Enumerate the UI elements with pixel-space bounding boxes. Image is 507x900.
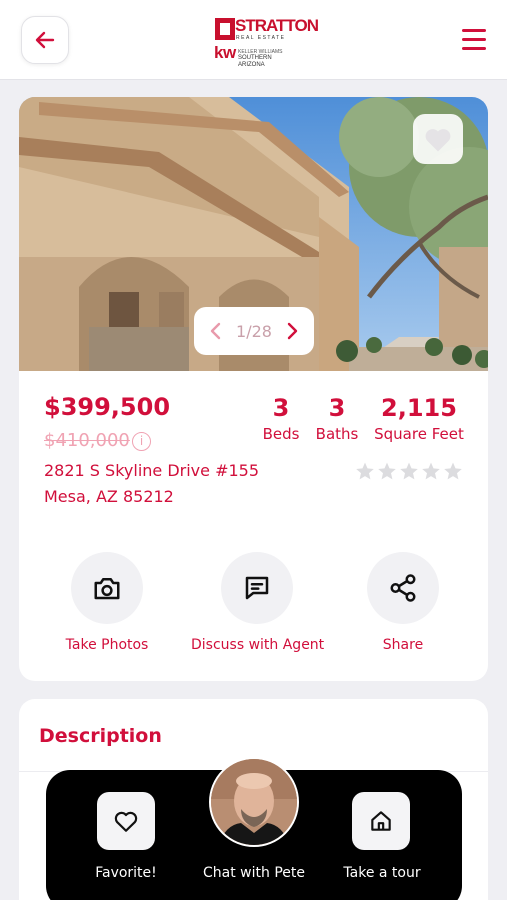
- chevron-left-icon[interactable]: [206, 321, 226, 341]
- brand-logo: STRATTON REAL ESTATE kw KELLER WILLIAMS …: [213, 16, 319, 68]
- heart-icon: [425, 129, 451, 152]
- baths-value: 3: [328, 394, 346, 422]
- chevron-right-icon[interactable]: [282, 321, 302, 341]
- favorite-photo-button[interactable]: [413, 114, 463, 164]
- beds-label: Beds: [262, 425, 300, 443]
- take-photos-label: Take Photos: [65, 637, 149, 653]
- photo-pager: 1/28: [194, 307, 314, 355]
- logo-mark: [215, 18, 235, 40]
- chat-label[interactable]: Chat with Pete: [194, 865, 314, 881]
- take-a-tour-button[interactable]: [352, 792, 410, 850]
- camera-icon: [94, 578, 120, 600]
- agent-avatar[interactable]: [209, 757, 299, 847]
- description-title: Description: [39, 725, 162, 747]
- app-header: STRATTON REAL ESTATE kw KELLER WILLIAMS …: [0, 0, 507, 80]
- take-a-tour-label[interactable]: Take a tour: [336, 865, 428, 881]
- share-icon: [390, 574, 416, 602]
- brand-tagline: REAL ESTATE: [236, 35, 286, 41]
- menu-icon: [462, 29, 486, 32]
- sqft-value: 2,115: [381, 394, 457, 422]
- star-icon[interactable]: [421, 461, 441, 481]
- favorite-button[interactable]: [97, 792, 155, 850]
- listing-photo[interactable]: 1/28: [19, 97, 488, 371]
- partner-line2: SOUTHERN ARIZONA: [238, 55, 272, 68]
- share-label: Share: [382, 637, 424, 653]
- baths-label: Baths: [315, 425, 359, 443]
- brand-name: STRATTON: [235, 16, 319, 35]
- beds-value: 3: [272, 394, 290, 422]
- home-icon: [371, 811, 391, 831]
- stat-square-feet: 2,115 Square Feet: [369, 393, 469, 445]
- favorite-label[interactable]: Favorite!: [86, 865, 166, 881]
- heart-outline-icon: [114, 811, 138, 832]
- star-icon[interactable]: [399, 461, 419, 481]
- agent-photo-image: [211, 759, 297, 845]
- menu-button[interactable]: [458, 26, 490, 54]
- discuss-with-agent-button[interactable]: Discuss with Agent: [191, 552, 325, 653]
- listing-price: $399,500: [44, 393, 171, 421]
- partner-mark: kw: [214, 43, 236, 62]
- stat-beds: 3 Beds: [257, 393, 305, 445]
- star-icon[interactable]: [377, 461, 397, 481]
- star-icon[interactable]: [355, 461, 375, 481]
- star-icon[interactable]: [443, 461, 463, 481]
- listing-card: 1/28 $399,500 $410,000 i 2821 S Skyline …: [19, 97, 488, 681]
- photo-count: 1/28: [236, 321, 272, 341]
- take-photos-button[interactable]: Take Photos: [61, 552, 153, 653]
- address-line1: 2821 S Skyline Drive #155: [44, 461, 260, 480]
- discuss-with-agent-label: Discuss with Agent: [191, 637, 325, 653]
- info-icon[interactable]: i: [132, 432, 151, 451]
- sqft-label: Square Feet: [374, 425, 464, 443]
- address-line2: Mesa, AZ 85212: [44, 487, 174, 506]
- stat-baths: 3 Baths: [309, 393, 365, 445]
- arrow-left-icon: [35, 31, 55, 49]
- share-button[interactable]: Share: [357, 552, 449, 653]
- original-price: $410,000: [44, 430, 130, 451]
- rating-stars[interactable]: [355, 461, 463, 481]
- back-button[interactable]: [21, 16, 69, 64]
- message-icon: [245, 576, 269, 600]
